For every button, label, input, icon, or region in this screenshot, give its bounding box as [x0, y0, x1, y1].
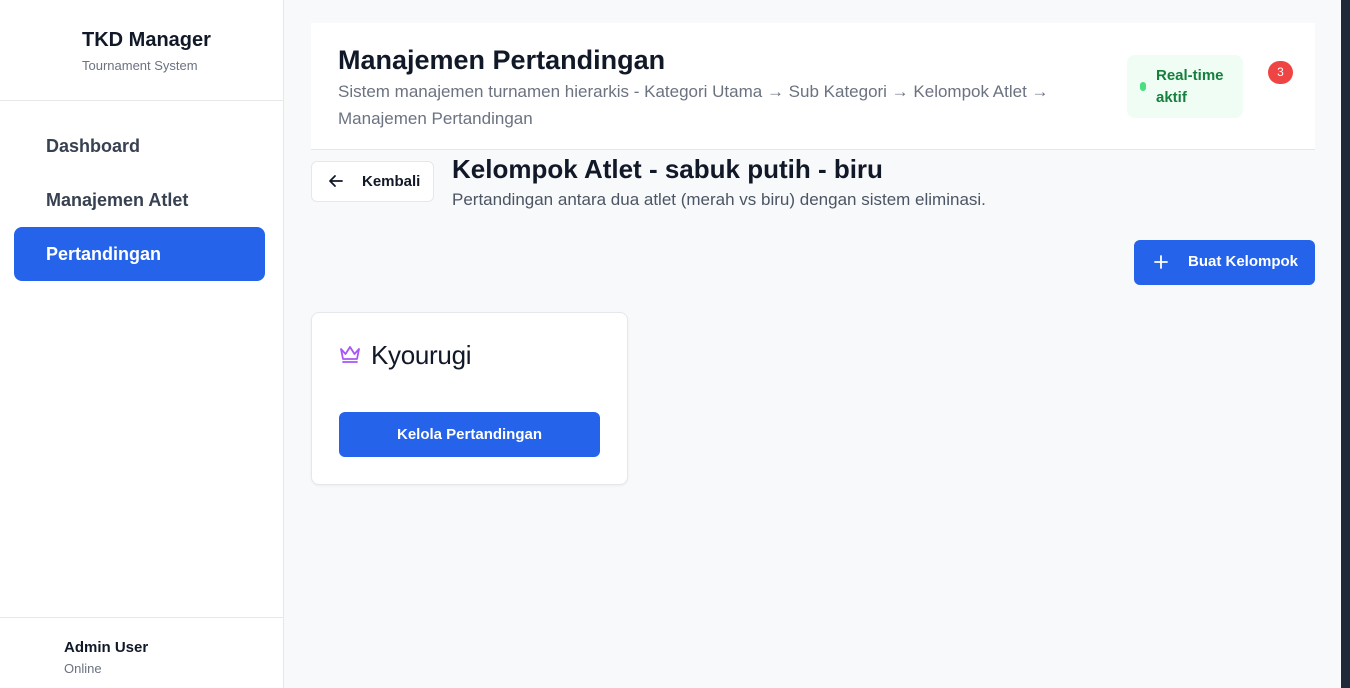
notification-badge[interactable]: 3	[1268, 61, 1293, 84]
back-label: Kembali	[362, 173, 421, 190]
page-header: Manajemen Pertandingan Sistem manajemen …	[311, 23, 1315, 150]
group-title: Kelompok Atlet - sabuk putih - biru	[452, 154, 883, 184]
back-button[interactable]: Kembali	[311, 161, 434, 202]
status-dot-icon	[1140, 82, 1146, 91]
user-name: Admin User	[64, 639, 149, 656]
sidebar-item-manajemen-atlet[interactable]: Manajemen Atlet	[14, 173, 265, 227]
sidebar: TKD Manager Tournament System Dashboard …	[0, 0, 284, 688]
user-status: Online	[64, 661, 102, 676]
page-title: Manajemen Pertandingan	[338, 45, 666, 75]
crown-icon	[340, 346, 360, 363]
window-edge	[1341, 0, 1350, 688]
plus-icon	[1154, 255, 1168, 269]
page-description: Sistem manajemen turnamen hierarkis - Ka…	[338, 82, 1049, 128]
card-title: Kyourugi	[371, 340, 472, 370]
brand-subtitle: Tournament System	[82, 58, 198, 73]
group-description: Pertandingan antara dua atlet (merah vs …	[452, 190, 986, 209]
arrow-left-icon	[329, 175, 343, 187]
create-group-label: Buat Kelompok	[1188, 253, 1299, 270]
manage-matches-button[interactable]: Kelola Pertandingan	[339, 412, 600, 457]
user-profile[interactable]: Admin User Online	[0, 617, 283, 688]
realtime-label: Real-time aktif	[1156, 67, 1224, 106]
brand-title: TKD Manager	[82, 29, 211, 51]
sidebar-item-dashboard[interactable]: Dashboard	[14, 119, 265, 173]
sidebar-item-pertandingan[interactable]: Pertandingan	[14, 227, 265, 281]
create-group-button[interactable]: Buat Kelompok	[1134, 240, 1315, 285]
realtime-status-badge: Real-time aktif	[1127, 55, 1243, 118]
brand: TKD Manager Tournament System	[0, 0, 283, 101]
category-card: Kyourugi Kelola Pertandingan	[311, 312, 628, 485]
